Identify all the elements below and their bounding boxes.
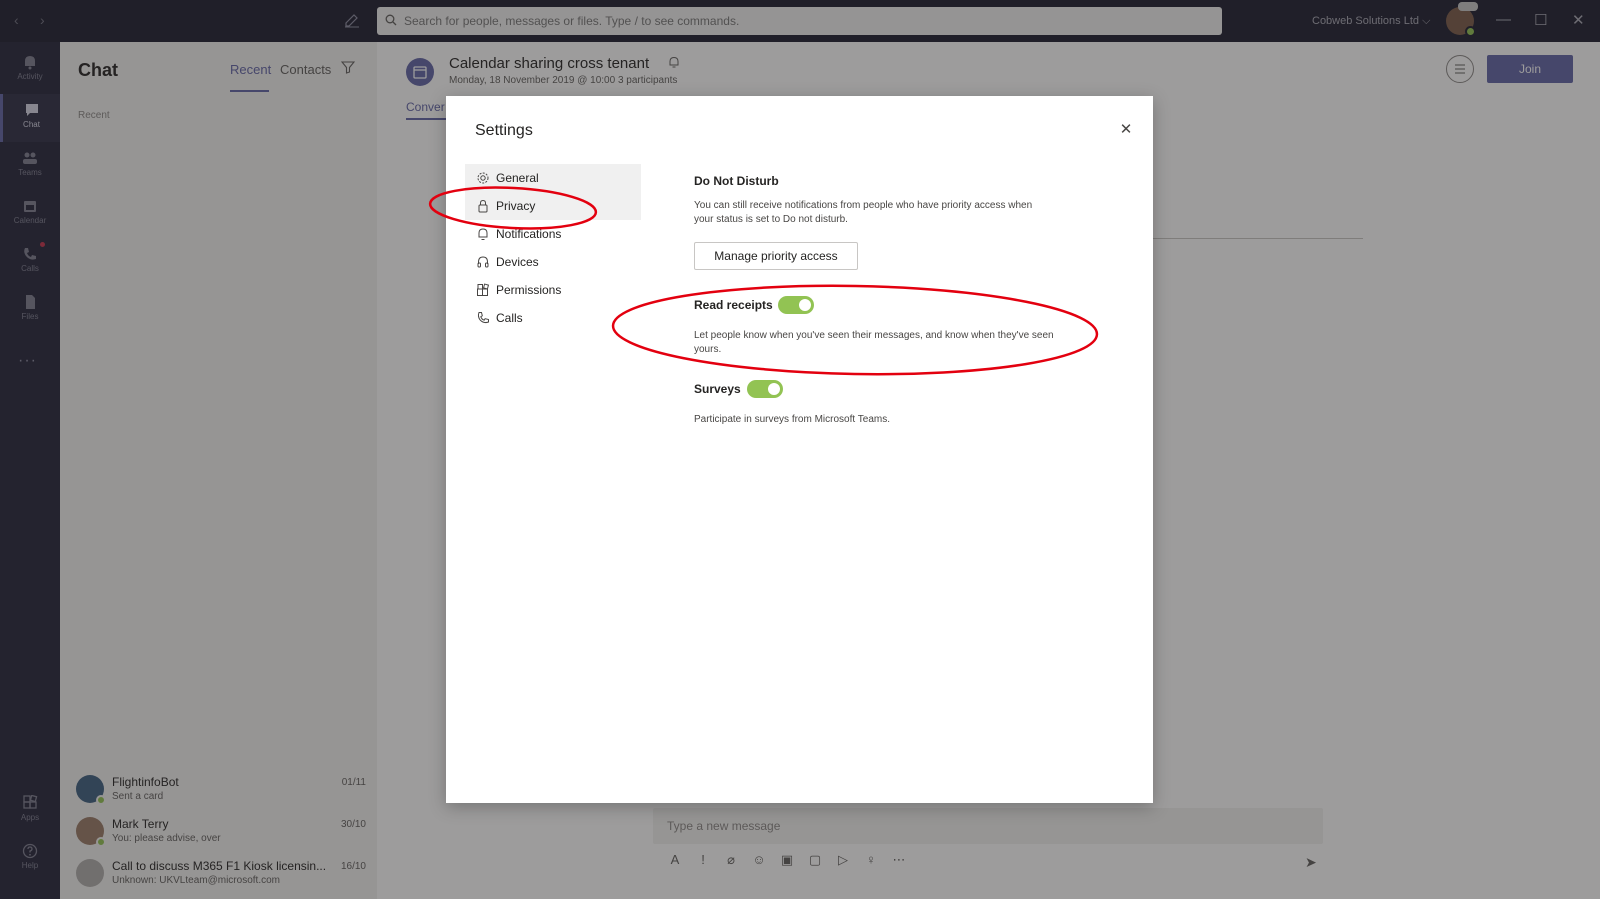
manage-priority-access-button[interactable]: Manage priority access [694, 242, 858, 270]
permissions-icon [477, 283, 490, 296]
settings-menu-devices[interactable]: Devices [465, 248, 641, 276]
headset-icon [477, 256, 489, 268]
read-receipts-description: Let people know when you've seen their m… [694, 330, 1054, 355]
lock-icon [478, 199, 488, 213]
settings-menu-privacy[interactable]: Privacy [465, 192, 641, 220]
settings-menu-calls[interactable]: Calls [465, 304, 641, 332]
menu-label: Permissions [496, 283, 562, 297]
menu-label: General [496, 171, 539, 185]
dialog-title: Settings [475, 122, 533, 139]
toggle-knob [768, 383, 780, 395]
settings-menu-permissions[interactable]: Permissions [465, 276, 641, 304]
dnd-heading: Do Not Disturb [694, 174, 779, 188]
settings-dialog: Settings ✕ General Privacy Notifications… [446, 96, 1153, 803]
menu-label: Privacy [496, 199, 536, 213]
menu-label: Devices [496, 255, 539, 269]
phone-icon [477, 312, 489, 324]
toggle-knob [799, 299, 811, 311]
bell-icon [478, 228, 488, 240]
surveys-heading: Surveys [694, 382, 741, 396]
read-receipts-toggle[interactable] [778, 296, 814, 314]
dnd-description: You can still receive notifications from… [694, 200, 1033, 225]
settings-menu-notifications[interactable]: Notifications [465, 220, 641, 248]
surveys-toggle[interactable] [747, 380, 783, 398]
settings-menu-general[interactable]: General [465, 164, 641, 192]
menu-label: Calls [496, 311, 523, 325]
gear-icon [477, 172, 489, 184]
surveys-description: Participate in surveys from Microsoft Te… [694, 414, 890, 425]
close-icon[interactable]: ✕ [1118, 122, 1134, 138]
menu-label: Notifications [496, 227, 562, 241]
read-receipts-heading: Read receipts [694, 298, 773, 312]
